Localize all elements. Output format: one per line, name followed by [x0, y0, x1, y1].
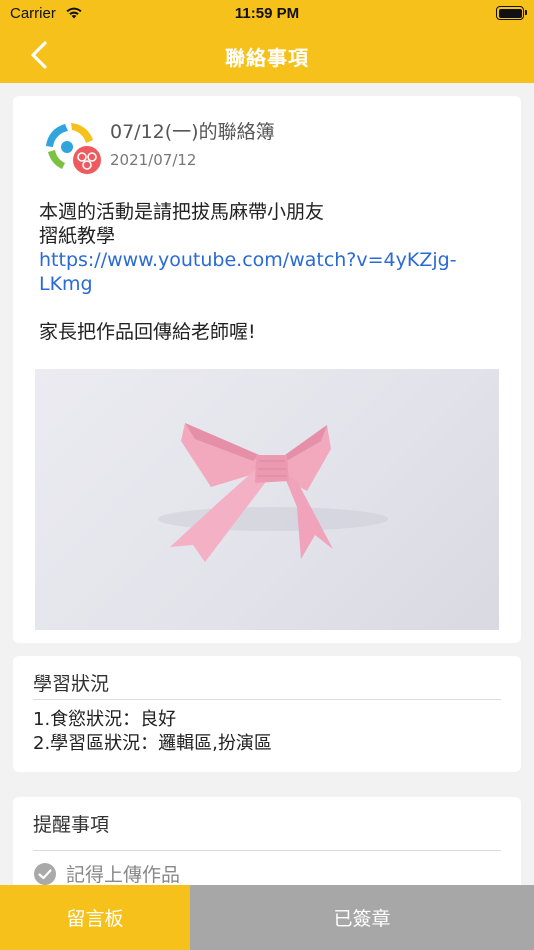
youtube-link[interactable]: https://www.youtube.com/watch?v=4yKZjg-: [39, 249, 457, 271]
post-body: 本週的活動是請把拔馬麻帶小朋友 摺紙教學 https://www.youtube…: [39, 200, 499, 344]
status-bar: Carrier 11:59 PM: [0, 0, 534, 28]
clock: 11:59 PM: [234, 5, 300, 22]
post-body-line: 本週的活動是請把拔馬麻帶小朋友: [39, 201, 325, 223]
learning-status-lines: 1.食慾狀況：良好 2.學習區狀況：邏輯區,扮演區: [33, 708, 272, 756]
page-title: 聯絡事項: [225, 46, 309, 70]
signed-button[interactable]: 已簽章: [190, 885, 534, 950]
youtube-link-continued[interactable]: LKmg: [39, 273, 93, 295]
battery-icon: [496, 6, 527, 20]
reminders-heading: 提醒事項: [33, 810, 501, 851]
learning-status-heading: 學習狀況: [33, 669, 501, 700]
learning-area-status: 2.學習區狀況：邏輯區,扮演區: [33, 733, 272, 754]
appetite-status: 1.食慾狀況：良好: [33, 709, 177, 730]
school-logo-avatar: [46, 123, 103, 176]
post-body-line: 家長把作品回傳給老師喔!: [39, 321, 256, 343]
reminder-item[interactable]: 記得上傳作品: [33, 860, 180, 887]
check-circle-icon: [34, 862, 56, 885]
pink-ribbon-bow-image: [158, 423, 388, 562]
post-body-line: 摺紙教學: [39, 225, 116, 247]
nav-bar: 聯絡事項: [0, 28, 534, 83]
reminder-label: 記得上傳作品: [66, 864, 181, 886]
post-card: 07/12(一)的聯絡簿 2021/07/12 本週的活動是請把拔馬麻帶小朋友 …: [13, 96, 521, 643]
post-title: 07/12(一)的聯絡簿: [110, 121, 275, 143]
bottom-action-bar: 留言板 已簽章: [0, 885, 534, 950]
learning-status-card: 學習狀況 1.食慾狀況：良好 2.學習區狀況：邏輯區,扮演區: [13, 656, 521, 772]
origami-bow-photo[interactable]: [35, 369, 499, 630]
post-date: 2021/07/12: [110, 151, 197, 169]
message-board-button[interactable]: 留言板: [0, 885, 190, 950]
